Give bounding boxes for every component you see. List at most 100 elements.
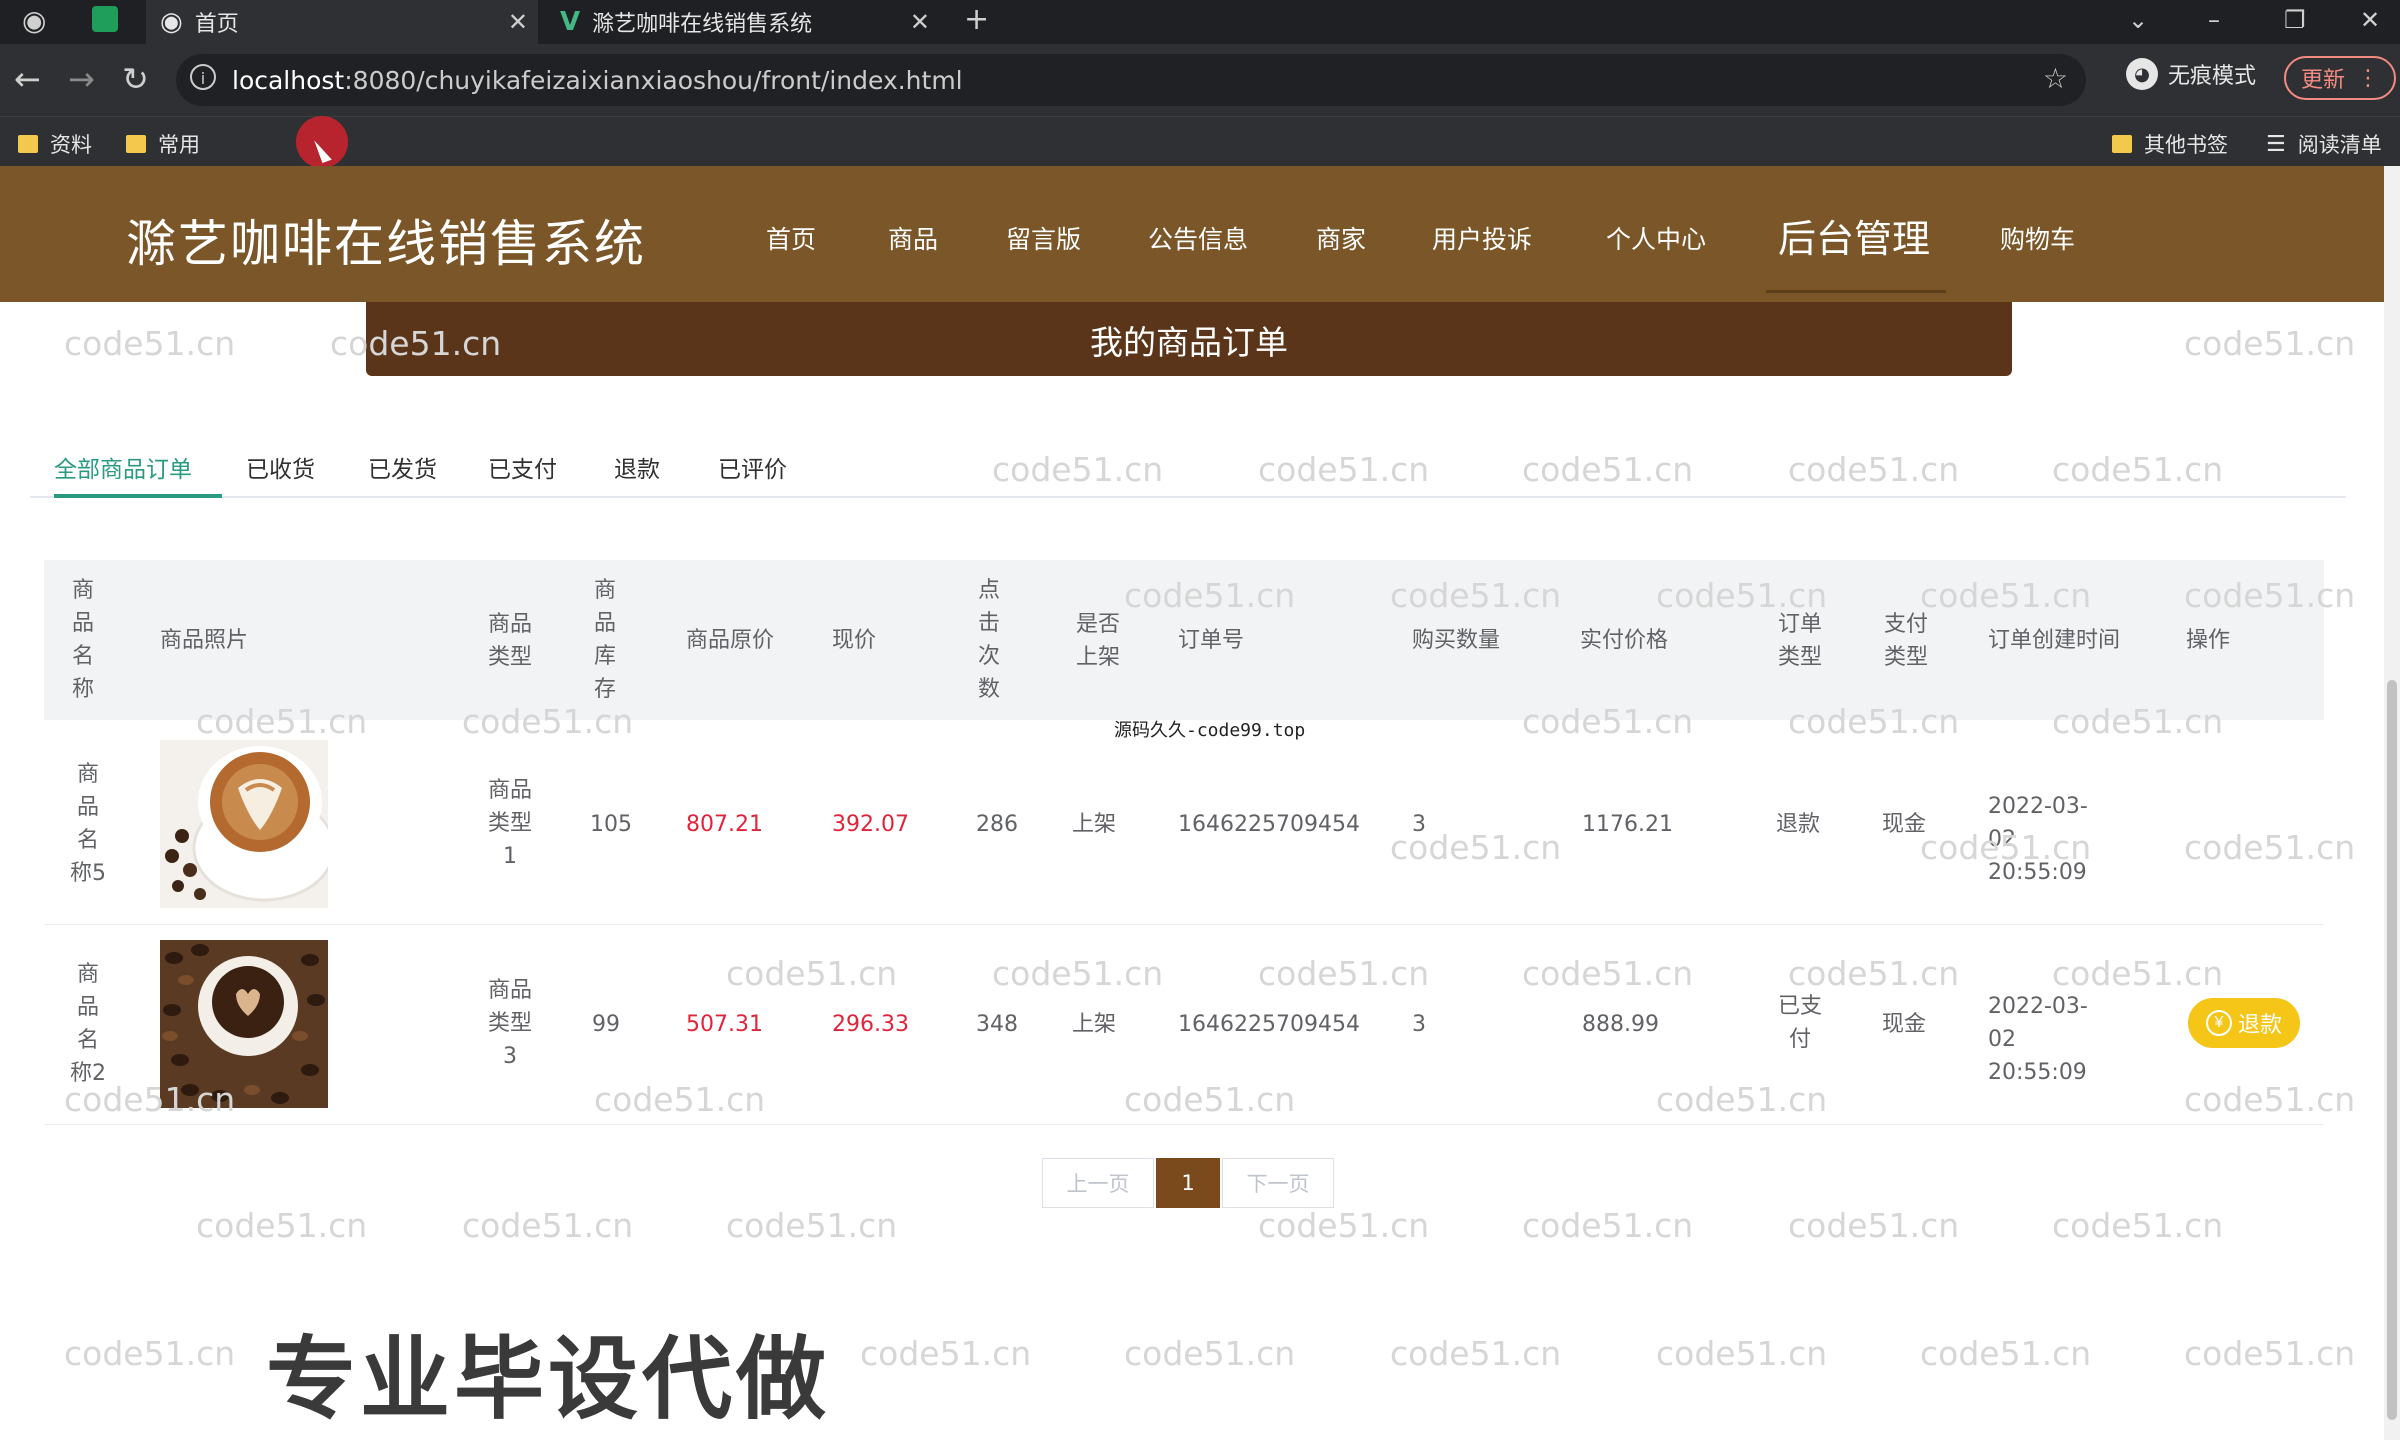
watermark: code51.cn: [1258, 954, 1430, 993]
close-icon[interactable]: ✕: [508, 8, 528, 36]
cell-paid-price: 1176.21: [1582, 812, 1673, 837]
latte-cup-icon: [160, 740, 328, 908]
reading-list-icon: ☰: [2266, 131, 2286, 157]
refund-button[interactable]: ¥ 退款: [2188, 998, 2300, 1048]
watermark: code51.cn: [1788, 954, 1960, 993]
nav-cart[interactable]: 购物车: [2000, 220, 2075, 256]
watermark: code51.cn: [726, 1206, 898, 1245]
forward-arrow-icon[interactable]: →: [68, 60, 95, 98]
th-order-type: 订单类型: [1777, 612, 1822, 670]
th-created-time: 订单创建时间: [1988, 628, 2121, 653]
watermark: code51.cn: [1788, 450, 1960, 489]
th-paid-price: 实付价格: [1580, 628, 1669, 653]
new-tab-icon[interactable]: +: [964, 2, 989, 37]
nav-products[interactable]: 商品: [888, 220, 938, 256]
th-order-number: 订单号: [1178, 628, 1245, 653]
incognito-label: 无痕模式: [2168, 64, 2257, 89]
vue-logo-icon: V: [560, 7, 581, 37]
watermark: code51.cn: [1390, 1334, 1562, 1373]
th-product-name: 商品名称: [71, 578, 94, 702]
tab-refund[interactable]: 退款: [614, 450, 660, 484]
tab-title: 首页: [194, 12, 239, 37]
star-bookmark-icon[interactable]: ☆: [2043, 62, 2068, 95]
tab-shipped[interactable]: 已发货: [368, 450, 437, 484]
nav-announcements[interactable]: 公告信息: [1148, 220, 1248, 256]
more-menu-icon[interactable]: ⋮: [2357, 66, 2379, 91]
reload-icon[interactable]: ↻: [122, 60, 149, 98]
watermark: code51.cn: [1522, 450, 1694, 489]
watermark: code51.cn: [2052, 954, 2224, 993]
cell-order-number: 1646225709454: [1178, 812, 1360, 837]
tab-paid[interactable]: 已支付: [488, 450, 557, 484]
cell-product-type: 商品类型1: [487, 778, 532, 869]
cell-on-sale: 上架: [1072, 1012, 1117, 1037]
tab-active-indicator: [54, 494, 222, 498]
cell-product-name: 商品名称2: [70, 962, 106, 1086]
url-field[interactable]: i localhost:8080/chuyikafeizaixianxiaosh…: [176, 54, 2086, 106]
th-stock: 商品库存: [593, 578, 616, 702]
folder-icon: [126, 135, 146, 153]
cell-payment-type: 现金: [1882, 1012, 1927, 1037]
watermark: code51.cn: [992, 954, 1164, 993]
cell-original-price: 507.31: [686, 1012, 763, 1037]
th-actions: 操作: [2186, 628, 2231, 653]
row-divider: [44, 924, 2324, 925]
bookmark-folder-other[interactable]: 其他书签: [2112, 129, 2228, 159]
bookmark-folder-changyong[interactable]: 常用: [126, 129, 200, 159]
nav-complaints[interactable]: 用户投诉: [1432, 220, 1532, 256]
next-page-button[interactable]: 下一页: [1222, 1158, 1334, 1208]
cell-stock: 105: [590, 812, 632, 837]
url-text: localhost:8080/chuyikafeizaixianxiaoshou…: [232, 66, 963, 95]
watermark: code51.cn: [1788, 1206, 1960, 1245]
tab-home[interactable]: ◉ 首页 ✕: [146, 0, 538, 44]
nav-user-center[interactable]: 个人中心: [1606, 220, 1706, 256]
tab-all-orders[interactable]: 全部商品订单: [54, 450, 192, 484]
spreadsheet-favicon-icon[interactable]: [92, 6, 118, 32]
nav-home[interactable]: 首页: [766, 220, 816, 256]
cell-created-time: 2022-03-02 20:55:09: [1988, 794, 2088, 885]
th-clicks: 点击次数: [977, 578, 1000, 702]
product-photo-coffee-beans[interactable]: [160, 940, 328, 1108]
page-1-button[interactable]: 1: [1156, 1158, 1220, 1208]
nav-message-board[interactable]: 留言版: [1006, 220, 1081, 256]
chevron-down-icon[interactable]: ⌄: [2128, 6, 2148, 34]
watermark: code51.cn: [2184, 1334, 2356, 1373]
source-note: 源码久久-code99.top: [1114, 720, 1306, 741]
close-icon[interactable]: ✕: [910, 8, 930, 36]
incognito-indicator[interactable]: ◕ 无痕模式: [2126, 58, 2256, 90]
restore-icon[interactable]: ❐: [2284, 6, 2306, 34]
watermark: code51.cn: [1656, 1080, 1828, 1119]
nav-admin[interactable]: 后台管理: [1778, 208, 1930, 263]
cell-stock: 99: [592, 1012, 620, 1037]
watermark: code51.cn: [1258, 450, 1430, 489]
info-icon[interactable]: i: [190, 64, 216, 90]
overlay-caption: 专业毕设代做: [266, 1327, 830, 1432]
update-button[interactable]: 更新 ⋮: [2284, 56, 2396, 100]
watermark: code51.cn: [462, 1206, 634, 1245]
minimize-icon[interactable]: –: [2208, 6, 2220, 34]
scrollbar-thumb[interactable]: [2387, 680, 2397, 1420]
cell-order-type: 已支付: [1777, 994, 1822, 1052]
watermark: code51.cn: [2184, 828, 2356, 867]
tab-received[interactable]: 已收货: [246, 450, 315, 484]
back-arrow-icon[interactable]: ←: [14, 60, 41, 98]
nav-merchants[interactable]: 商家: [1316, 220, 1366, 256]
browser-logo-icon: ◉: [22, 4, 47, 37]
watermark: code51.cn: [1920, 1334, 2092, 1373]
watermark: code51.cn: [1656, 1334, 1828, 1373]
window-close-icon[interactable]: ✕: [2360, 6, 2380, 34]
th-on-sale: 是否上架: [1075, 612, 1120, 670]
watermark: code51.cn: [2184, 1080, 2356, 1119]
product-photo-latte[interactable]: [160, 740, 328, 908]
prev-page-button[interactable]: 上一页: [1042, 1158, 1154, 1208]
reading-list[interactable]: ☰ 阅读清单: [2266, 129, 2382, 159]
watermark: code51.cn: [1124, 1334, 1296, 1373]
tab-coffee-system[interactable]: V 滁艺咖啡在线销售系统 ✕: [548, 0, 940, 44]
tab-reviewed[interactable]: 已评价: [718, 450, 787, 484]
bookmark-folder-ziliao[interactable]: 资料: [18, 129, 92, 159]
nav-active-indicator: [1766, 290, 1946, 293]
site-title: 滁艺咖啡在线销售系统: [126, 215, 646, 273]
th-original-price: 商品原价: [686, 628, 775, 653]
browser-address-bar: ← → ↻ i localhost:8080/chuyikafeizaixian…: [0, 44, 2400, 116]
th-current-price: 现价: [832, 628, 877, 653]
